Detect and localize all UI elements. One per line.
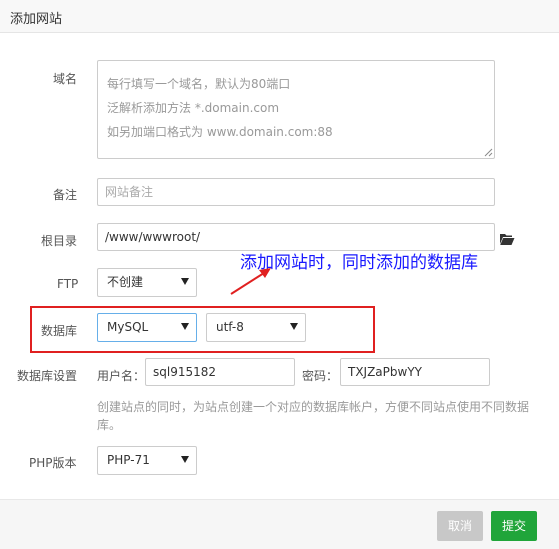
- ftp-label: FTP: [57, 277, 79, 291]
- db-password-input[interactable]: TXJZaPbwYY: [340, 358, 490, 386]
- domain-placeholder-line: 泛解析添加方法 *.domain.com: [107, 101, 280, 115]
- domain-textarea[interactable]: 每行填写一个域名，默认为80端口 泛解析添加方法 *.domain.com 如另…: [97, 60, 495, 159]
- dialog-title-bar: 添加网站: [0, 0, 559, 33]
- db-username-label: 用户名：: [97, 369, 146, 383]
- database-highlight-box: [30, 306, 375, 353]
- chevron-down-icon: [181, 278, 189, 285]
- resize-grip-icon[interactable]: [484, 148, 493, 157]
- db-settings-help-text: 创建站点的同时，为站点创建一个对应的数据库帐户，方便不同站点使用不同数据库。: [97, 400, 530, 432]
- db-settings-label: 数据库设置: [17, 369, 78, 383]
- database-charset-select[interactable]: utf-8: [206, 313, 306, 342]
- chevron-down-icon: [290, 323, 298, 330]
- database-charset-selected-value: utf-8: [216, 320, 244, 334]
- remark-label: 备注: [53, 188, 78, 202]
- folder-open-icon[interactable]: [499, 232, 515, 246]
- chevron-down-icon: [181, 456, 189, 463]
- add-site-dialog: 添加网站 域名 每行填写一个域名，默认为80端口 泛解析添加方法 *.domai…: [0, 0, 559, 549]
- annotation-arrow-icon: [230, 268, 271, 295]
- db-password-label: 密码：: [302, 369, 339, 383]
- dialog-footer: 取消 提交: [0, 499, 559, 549]
- dialog-title: 添加网站: [10, 12, 63, 27]
- database-type-selected-value: MySQL: [107, 320, 149, 334]
- php-version-selected-value: PHP-71: [107, 453, 150, 467]
- domain-placeholder-line: 每行填写一个域名，默认为80端口: [107, 77, 291, 91]
- database-type-select[interactable]: MySQL: [97, 313, 197, 342]
- ftp-selected-value: 不创建: [107, 275, 144, 289]
- root-dir-label: 根目录: [41, 234, 78, 248]
- chevron-down-icon: [181, 323, 189, 330]
- domain-placeholder-line: 如另加端口格式为 www.domain.com:88: [107, 125, 333, 139]
- root-dir-input[interactable]: /www/wwwroot/: [97, 223, 495, 251]
- db-username-input[interactable]: sql915182: [145, 358, 295, 386]
- submit-button[interactable]: 提交: [491, 511, 537, 541]
- ftp-select[interactable]: 不创建: [97, 268, 197, 297]
- domain-label: 域名: [53, 72, 78, 86]
- database-label: 数据库: [41, 324, 78, 338]
- php-version-label: PHP版本: [29, 456, 77, 470]
- cancel-button[interactable]: 取消: [437, 511, 483, 541]
- php-version-select[interactable]: PHP-71: [97, 446, 197, 475]
- remark-input[interactable]: 网站备注: [97, 178, 495, 206]
